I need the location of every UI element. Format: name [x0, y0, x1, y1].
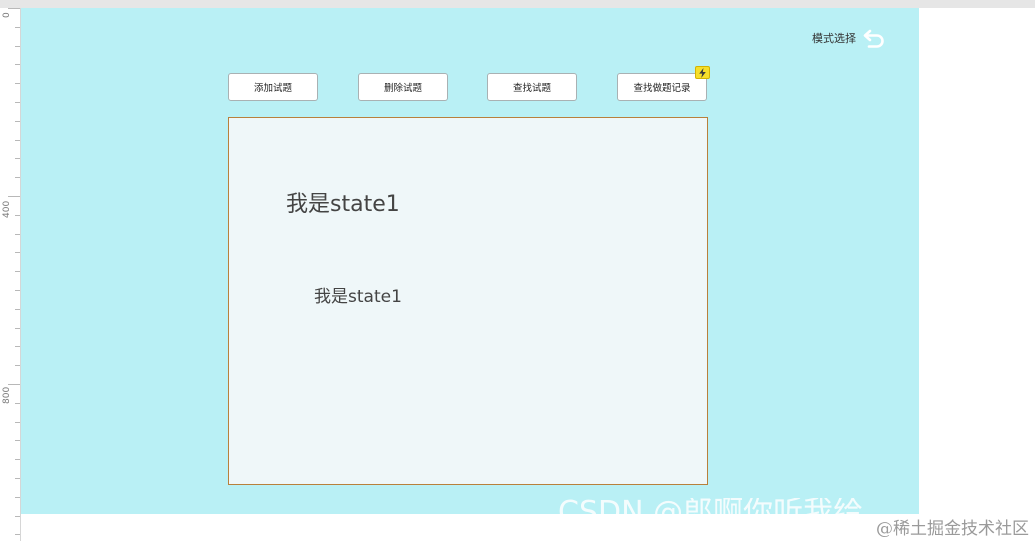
state-text-secondary: 我是state1: [314, 287, 402, 307]
ruler-tick: [15, 346, 20, 347]
find-question-button[interactable]: 查找试题: [487, 73, 577, 101]
ruler-tick: [15, 83, 20, 84]
ruler-tick: [15, 271, 20, 272]
lightning-bolt-icon: [695, 66, 710, 79]
ruler-label-400: 400: [2, 200, 12, 218]
ruler-tick: [15, 365, 20, 366]
ruler-tick: [15, 290, 20, 291]
ruler-tick: [15, 177, 20, 178]
ruler-label-0: 0: [2, 12, 12, 18]
juejin-watermark: @稀土掘金技术社区: [876, 519, 1029, 539]
ruler-tick: [15, 27, 20, 28]
mode-select-button[interactable]: 模式选择: [812, 25, 887, 51]
ruler-label-800: 800: [2, 386, 12, 404]
content-panel: 我是state1 我是state1: [228, 117, 708, 485]
ruler-tick: [15, 140, 20, 141]
design-canvas: 模式选择 添加试题 删除试题 查找试题 查找做题记录 我是state1 我是st…: [21, 8, 919, 522]
top-strip: [0, 0, 1035, 8]
ruler-tick: [15, 46, 20, 47]
undo-arrow-icon[interactable]: [861, 25, 887, 51]
ruler-tick: [15, 516, 20, 517]
state-text-primary: 我是state1: [286, 192, 400, 217]
ruler-tick: [8, 8, 20, 9]
delete-question-button[interactable]: 删除试题: [358, 73, 448, 101]
ruler-tick: [15, 328, 20, 329]
csdn-watermark-text: CSDN @郎啊你听我给: [558, 498, 864, 522]
add-question-button[interactable]: 添加试题: [228, 73, 318, 101]
ruler-tick: [8, 196, 20, 197]
ruler-tick: [15, 403, 20, 404]
ruler-tick: [15, 121, 20, 122]
ruler-tick: [15, 422, 20, 423]
ruler-tick: [15, 252, 20, 253]
ruler-tick: [15, 534, 20, 535]
ruler-tick: [15, 158, 20, 159]
ruler-tick: [15, 497, 20, 498]
ruler-tick: [15, 64, 20, 65]
ruler-tick: [15, 215, 20, 216]
ruler-tick: [15, 440, 20, 441]
ruler-tick: [15, 102, 20, 103]
mode-select-label: 模式选择: [812, 32, 856, 45]
vertical-ruler: 0 400 800: [0, 8, 21, 541]
ruler-tick: [15, 459, 20, 460]
ruler-tick: [15, 309, 20, 310]
ruler-tick: [15, 234, 20, 235]
find-record-button[interactable]: 查找做题记录: [617, 73, 707, 101]
ruler-tick: [15, 478, 20, 479]
ruler-tick: [8, 384, 20, 385]
